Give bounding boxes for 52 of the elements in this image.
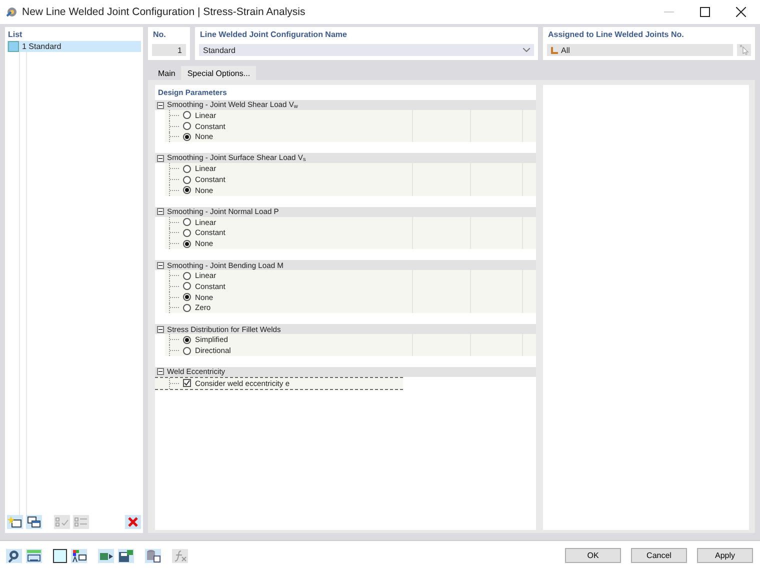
number-field[interactable]: 1 (152, 44, 186, 56)
assigned-field[interactable]: All (547, 44, 733, 56)
name-dropdown[interactable]: Standard (199, 44, 534, 56)
save-icon[interactable] (118, 548, 134, 562)
field-label: Line Welded Joint Configuration Name (199, 29, 348, 41)
new-item-icon[interactable] (7, 515, 23, 529)
delete-icon[interactable] (125, 515, 141, 529)
tab[interactable]: Main (152, 66, 182, 80)
window-title: New Line Welded Joint Configuration | Stress-Strain Analysis (22, 6, 306, 18)
radio-button[interactable] (183, 304, 191, 312)
field-label: No. (152, 29, 167, 41)
radio-button[interactable] (183, 293, 191, 302)
database-icon[interactable] (145, 548, 161, 562)
uncheck-icon[interactable] (73, 515, 89, 529)
radio-button[interactable] (183, 164, 191, 173)
display-settings-icon[interactable] (71, 548, 87, 562)
dialog-button[interactable]: OK (565, 548, 621, 563)
collapse-icon[interactable] (157, 262, 164, 269)
field-label: Assigned to Line Welded Joints No. (547, 29, 685, 41)
close-icon[interactable] (736, 7, 746, 17)
radio-button[interactable] (183, 228, 191, 237)
radio-button[interactable] (183, 240, 191, 248)
collapse-icon[interactable] (157, 102, 164, 108)
collapse-icon[interactable] (157, 208, 164, 216)
color-square-icon[interactable] (53, 548, 67, 562)
radio-button[interactable] (183, 122, 191, 130)
radio-button[interactable] (183, 336, 191, 344)
collapse-icon[interactable] (157, 326, 164, 333)
collapse-icon[interactable] (157, 368, 164, 376)
tab[interactable]: Special Options... (181, 66, 256, 80)
check-all-icon[interactable] (54, 515, 70, 529)
radio-button[interactable] (183, 218, 191, 226)
radio-button[interactable] (183, 132, 191, 141)
caret-icon (523, 48, 530, 52)
list-item[interactable]: 1 Standard (7, 41, 141, 52)
radio-button[interactable] (183, 111, 191, 120)
radio-button[interactable] (183, 272, 191, 280)
collapse-icon[interactable] (157, 154, 164, 162)
list-header: List (7, 29, 24, 41)
radio-button[interactable] (183, 186, 191, 194)
radio-button[interactable] (183, 282, 191, 290)
checkbox[interactable] (183, 379, 191, 388)
gear-icon (6, 6, 18, 18)
radio-button[interactable] (183, 176, 191, 184)
formula-icon[interactable] (172, 548, 188, 562)
maximize-icon[interactable] (700, 7, 710, 17)
copy-item-icon[interactable] (26, 515, 42, 529)
radio-button[interactable] (183, 346, 191, 355)
export-icon[interactable] (98, 548, 114, 562)
dialog-button[interactable]: Cancel (631, 548, 687, 563)
color-swatch-icon (8, 41, 19, 52)
dialog-button[interactable]: Apply (697, 548, 753, 563)
